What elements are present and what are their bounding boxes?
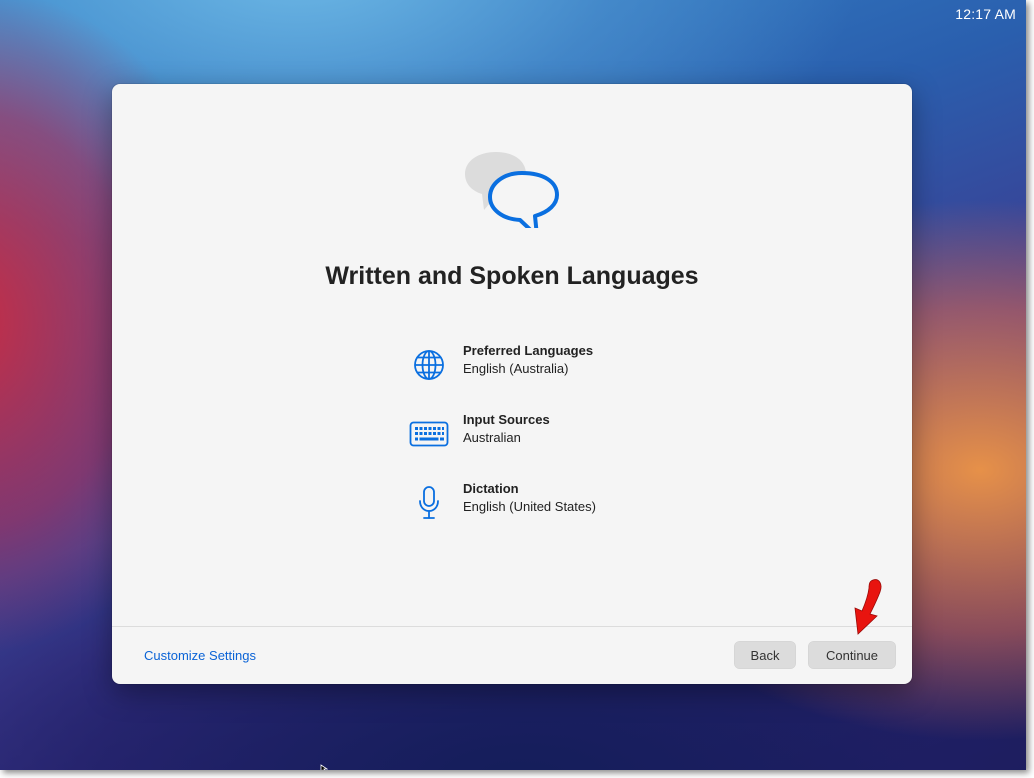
globe-icon: [404, 345, 454, 385]
row-value: English (United States): [463, 499, 596, 514]
microphone-icon: [404, 483, 454, 523]
row-label: Input Sources: [463, 412, 550, 427]
row-value: English (Australia): [463, 361, 569, 376]
keyboard-icon: [404, 414, 454, 454]
setup-assistant-dialog: Written and Spoken Languages Preferred L…: [112, 84, 912, 684]
speech-bubbles-icon: [465, 152, 559, 228]
continue-button[interactable]: Continue: [808, 641, 896, 669]
red-annotation-arrow-icon: [854, 579, 882, 635]
customize-settings-link[interactable]: Customize Settings: [144, 648, 256, 663]
page-title: Written and Spoken Languages: [325, 262, 699, 290]
row-label: Preferred Languages: [463, 343, 594, 358]
desktop-wallpaper: 12:17 AM Written and Spoken Languages Pr…: [0, 0, 1026, 770]
back-button[interactable]: Back: [734, 641, 796, 669]
dialog-footer: Customize Settings Back Continue: [112, 626, 912, 685]
row-value: Australian: [463, 430, 521, 445]
menubar-clock: 12:17 AM: [955, 6, 1016, 22]
row-label: Dictation: [463, 481, 519, 496]
mouse-cursor-icon: [320, 764, 328, 770]
